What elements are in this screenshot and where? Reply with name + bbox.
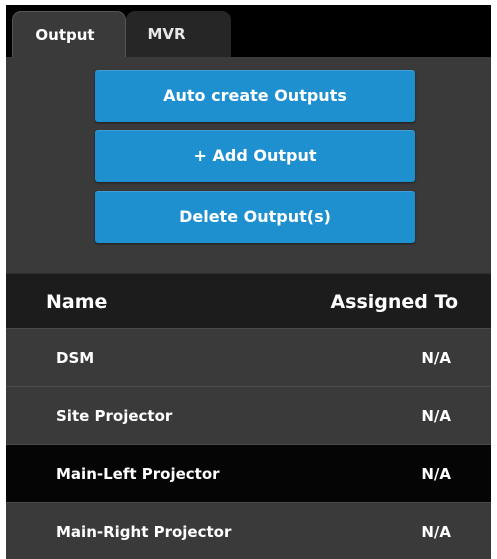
table-row[interactable]: Site Projector N/A bbox=[6, 387, 491, 445]
row-assigned-to: N/A bbox=[421, 349, 451, 367]
row-assigned-to: N/A bbox=[421, 407, 451, 425]
tab-bar: Output MVR bbox=[6, 5, 491, 57]
delete-outputs-button[interactable]: Delete Output(s) bbox=[95, 191, 415, 243]
row-assigned-to: N/A bbox=[421, 523, 451, 541]
table-row[interactable]: Main-Right Projector N/A bbox=[6, 503, 491, 559]
table-row[interactable]: DSM N/A bbox=[6, 329, 491, 387]
tab-output[interactable]: Output bbox=[12, 11, 126, 57]
auto-create-outputs-button[interactable]: Auto create Outputs bbox=[95, 70, 415, 122]
row-assigned-to: N/A bbox=[421, 465, 451, 483]
output-actions: Auto create Outputs + Add Output Delete … bbox=[6, 57, 491, 273]
outputs-table: Name Assigned To DSM N/A Site Projector … bbox=[6, 273, 491, 559]
row-name: Site Projector bbox=[56, 407, 173, 425]
column-header-name[interactable]: Name bbox=[46, 274, 107, 330]
row-name: DSM bbox=[56, 349, 95, 367]
table-row-selected[interactable]: Main-Left Projector N/A bbox=[6, 445, 491, 503]
row-name: Main-Right Projector bbox=[56, 523, 232, 541]
tab-mvr[interactable]: MVR bbox=[126, 11, 231, 57]
column-header-assigned-to[interactable]: Assigned To bbox=[330, 274, 458, 330]
add-output-button[interactable]: + Add Output bbox=[95, 130, 415, 182]
output-panel: Output MVR Auto create Outputs + Add Out… bbox=[6, 5, 491, 559]
table-header: Name Assigned To bbox=[6, 273, 491, 329]
row-name: Main-Left Projector bbox=[56, 465, 220, 483]
